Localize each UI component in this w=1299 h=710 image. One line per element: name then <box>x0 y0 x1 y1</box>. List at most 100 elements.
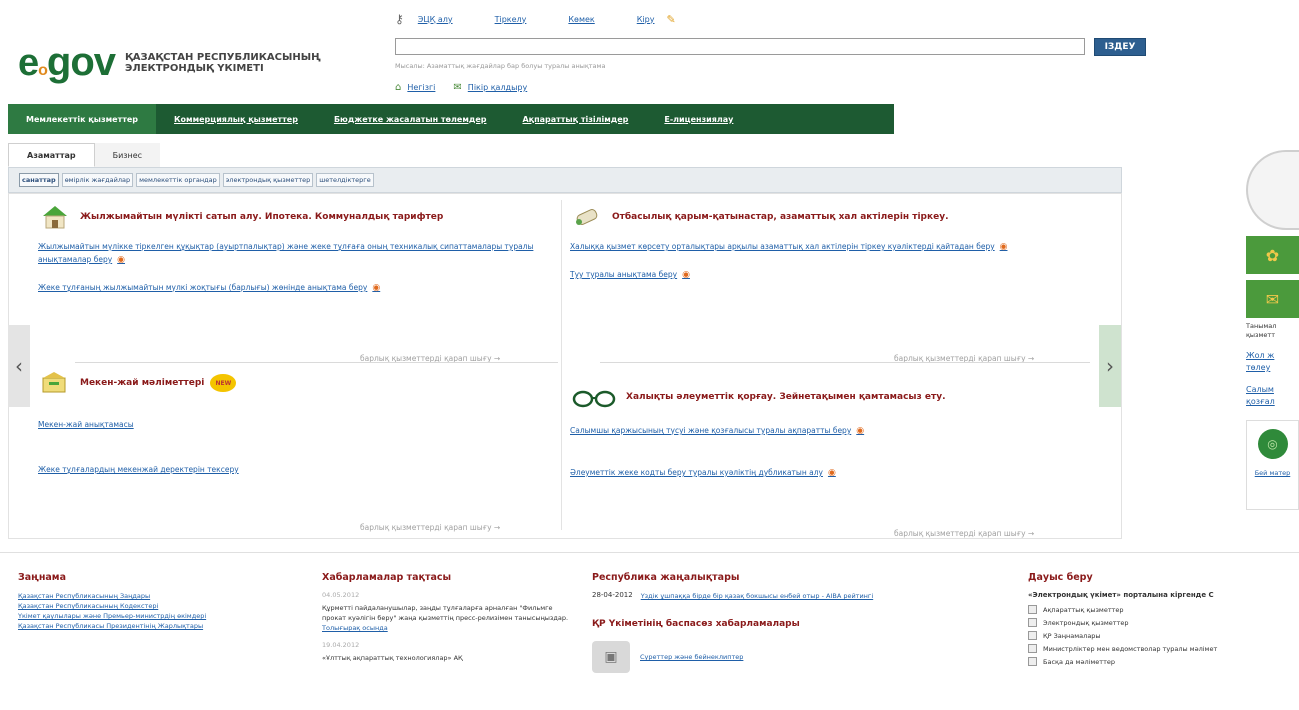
checkbox[interactable] <box>1028 644 1037 653</box>
checkbox[interactable] <box>1028 631 1037 640</box>
checkbox[interactable] <box>1028 618 1037 627</box>
filter-e-services[interactable]: электрондық қызметтер <box>222 173 314 187</box>
egov-logo[interactable]: eogov ҚАЗАҚСТАН РЕСПУБЛИКАСЫНЫҢ ЭЛЕКТРОН… <box>18 40 355 85</box>
media-link[interactable]: Бей матер <box>1255 469 1291 478</box>
key-icon: ⚷ <box>395 12 404 26</box>
poll-option[interactable]: Министрліктер мен ведомстволар туралы мә… <box>1028 644 1217 653</box>
top-links: ⚷ ЭЦҚ алу Тіркелу Көмек Кіру ✎ <box>395 12 676 26</box>
footer-title: Хабарламалар тақтасы <box>322 572 452 583</box>
service-link[interactable]: Жылжымайтын мүлікке тіркелген құқықтар (… <box>38 240 558 267</box>
note-icon: ✎ <box>666 12 676 26</box>
home-link[interactable]: Негізгі <box>407 83 435 92</box>
legal-link[interactable]: Қазақстан Республикасының Заңдары <box>18 591 206 601</box>
checkbox[interactable] <box>1028 657 1037 666</box>
prev-arrow-icon[interactable]: ‹ <box>8 325 30 407</box>
feedback-icon: ✉ <box>453 82 462 93</box>
main-nav: Мемлекеттік қызметтер Коммерциялық қызме… <box>8 104 894 134</box>
press-title: ҚР Үкіметінің баспасөз хабарламалары <box>592 619 800 629</box>
news-date: 28-04-2012 <box>592 591 633 599</box>
filter-bar: санаттар өмірлік жағдайлар мемлекеттік о… <box>8 167 1122 193</box>
news-link[interactable]: Үздік ұшпаққа бірде бір қазақ бокшысы ен… <box>641 591 873 601</box>
service-link[interactable]: Туу туралы анықтама беру ◉ <box>570 268 1090 282</box>
section-title: Халықты әлеуметтік қорғау. Зейнетақымен … <box>626 392 946 402</box>
news-item: 28-04-2012 Үздік ұшпаққа бірде бір қазақ… <box>592 591 873 601</box>
filter-foreigners[interactable]: шетелдіктерге <box>316 173 374 187</box>
section-family: Отбасылық қарым-қатынастар, азаматтық ха… <box>570 204 1090 296</box>
eye-icon: ◉ <box>372 283 381 293</box>
filter-categories[interactable]: санаттар <box>19 173 59 187</box>
address-more: барлық қызметтерді қарап шығу → <box>360 515 500 534</box>
board-date: 04.05.2012 <box>322 591 360 599</box>
service-link[interactable]: Әлеуметтік жеке кодты беру туралы куәлік… <box>570 466 1090 480</box>
sub-tabs: Азаматтар Бизнес <box>8 141 161 167</box>
nav-tab-registries[interactable]: Ақпараттық тізілімдер <box>504 104 646 134</box>
legal-link[interactable]: Қазақстан Республикасының Кодекстері <box>18 601 206 611</box>
mailbox-icon <box>38 370 72 396</box>
search-input[interactable] <box>395 38 1085 55</box>
sub-tab-citizens[interactable]: Азаматтар <box>8 143 95 167</box>
service-link[interactable]: Халыққа қызмет көрсету орталықтары арқыл… <box>570 240 1090 254</box>
footer-legal: Заңнама Қазақстан Республикасының Заңдар… <box>18 572 206 631</box>
next-arrow-icon[interactable]: › <box>1099 325 1121 407</box>
section-title: Жылжымайтын мүлікті сатып алу. Ипотека. … <box>80 212 444 222</box>
footer-title: Республика жаңалықтары <box>592 572 740 583</box>
new-badge: NEW <box>210 374 237 392</box>
rail-link[interactable]: Салым қозғал <box>1246 384 1299 408</box>
poll-option[interactable]: Электрондық қызметтер <box>1028 618 1217 627</box>
poll-option[interactable]: Ақпараттық қызметтер <box>1028 605 1217 614</box>
separator <box>75 362 558 363</box>
top-link-login[interactable]: Кіру <box>637 15 655 24</box>
section-title: Мекен-жай мәліметтері <box>80 378 205 388</box>
video-link[interactable]: Суреттер және бейнеклиптер <box>640 652 743 662</box>
filter-gov-bodies[interactable]: мемлекеттік органдар <box>136 173 220 187</box>
camera-icon: ▣ <box>592 641 630 673</box>
nav-tab-budget-payments[interactable]: Бюджетке жасалатын төлемдер <box>316 104 505 134</box>
nav-tab-gov-services[interactable]: Мемлекеттік қызметтер <box>8 104 156 134</box>
poll-option[interactable]: Басқа да мәліметтер <box>1028 657 1217 666</box>
sub-tab-business[interactable]: Бизнес <box>94 143 161 167</box>
poll-question: «Электрондық үкімет» порталына кіргенде … <box>1028 591 1214 599</box>
eye-icon: ◉ <box>117 255 126 265</box>
page: eogov ҚАЗАҚСТАН РЕСПУБЛИКАСЫНЫҢ ЭЛЕКТРОН… <box>0 0 1299 710</box>
eye-icon: ◉ <box>827 468 836 478</box>
eye-icon: ◉ <box>682 270 690 280</box>
right-rail: ✿ ✉ Танымал қызметт Жол ж төлеу Салым қо… <box>1246 140 1299 510</box>
top-link-help[interactable]: Көмек <box>568 15 594 24</box>
search-hint: Мысалы: Азаматтық жағдайлар бар болуы ту… <box>395 62 606 70</box>
legal-link[interactable]: Үкімет қаулылары және Премьер-министрдің… <box>18 611 206 621</box>
rail-link[interactable]: Жол ж төлеу <box>1246 350 1299 374</box>
column-divider <box>561 200 562 530</box>
nav-tab-e-licensing[interactable]: E-лицензиялау <box>646 104 751 134</box>
filter-life-situations[interactable]: өмірлік жағдайлар <box>61 173 134 187</box>
section-address: Мекен-жай мәліметтері NEW Мекен-жай анық… <box>38 370 558 490</box>
nav-tab-commercial[interactable]: Коммерциялық қызметтер <box>156 104 316 134</box>
document-icon[interactable]: ✉ <box>1246 280 1299 318</box>
service-link[interactable]: Жеке тұлғалардың мекенжай деректерін тек… <box>38 463 558 476</box>
more-link[interactable]: барлық қызметтерді қарап шығу → <box>894 529 1034 538</box>
section-realty: Жылжымайтын мүлікті сатып алу. Ипотека. … <box>38 204 558 309</box>
board-text: «Ұлттық ақпараттық технологиялар» АҚ <box>322 654 463 662</box>
banner-circle[interactable] <box>1246 150 1299 230</box>
board-text: Құрметті пайдаланушылар, заңды тұлғаларғ… <box>322 604 569 622</box>
top-link-eds[interactable]: ЭЦҚ алу <box>418 15 453 24</box>
checkbox[interactable] <box>1028 605 1037 614</box>
more-link[interactable]: барлық қызметтерді қарап шығу → <box>360 523 500 532</box>
house-icon <box>38 204 72 230</box>
legal-link[interactable]: Қазақстан Республикасы Президентінің Жар… <box>18 621 206 631</box>
section-title: Отбасылық қарым-қатынастар, азаматтық ха… <box>612 212 949 222</box>
service-link[interactable]: Салымшы қаржысының түсуі және қозғалысы … <box>570 424 1090 438</box>
media-box[interactable]: ◎ Бей матер <box>1246 420 1299 510</box>
footer-divider <box>0 552 1299 553</box>
poll-option[interactable]: ҚР Заңнамалары <box>1028 631 1217 640</box>
eye-icon: ◉ <box>999 242 1008 252</box>
popular-service-icon[interactable]: ✿ <box>1246 236 1299 274</box>
top-link-register[interactable]: Тіркелу <box>495 15 527 24</box>
service-link[interactable]: Мекен-жай анықтамасы <box>38 418 558 431</box>
board-more-link[interactable]: Толығырақ осында <box>322 623 572 633</box>
feedback-link[interactable]: Пікір қалдыру <box>468 83 527 92</box>
eye-icon: ◉ <box>856 426 865 436</box>
glasses-icon <box>570 384 618 410</box>
search-button[interactable]: ІЗДЕУ <box>1094 38 1146 56</box>
scroll-icon <box>570 204 604 230</box>
service-link[interactable]: Жеке тұлғаның жылжымайтын мүлкі жоқтығы … <box>38 281 558 295</box>
